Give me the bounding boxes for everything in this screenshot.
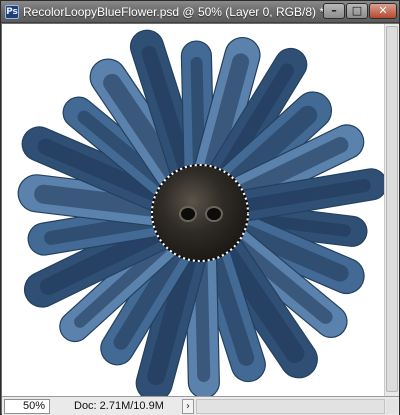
- maximize-button[interactable]: □: [346, 3, 368, 19]
- vertical-scroll-thumb[interactable]: [386, 26, 398, 392]
- photoshop-document-icon: Ps: [5, 5, 19, 19]
- image-canvas[interactable]: [2, 24, 384, 396]
- vertical-scrollbar[interactable]: [384, 24, 399, 396]
- minimize-button[interactable]: –: [323, 3, 345, 19]
- flower-image: [17, 29, 384, 396]
- status-menu-arrow-icon[interactable]: ›: [182, 399, 194, 414]
- document-window: Ps RecolorLoopyBlueFlower.psd @ 50% (Lay…: [0, 0, 400, 415]
- document-size-info: Doc: 2.71M/10.9M: [74, 400, 164, 412]
- status-bar: 50% Doc: 2.71M/10.9M ›: [2, 396, 399, 415]
- resize-grip[interactable]: [386, 399, 398, 414]
- document-title: RecolorLoopyBlueFlower.psd @ 50% (Layer …: [23, 5, 323, 19]
- title-bar[interactable]: Ps RecolorLoopyBlueFlower.psd @ 50% (Lay…: [1, 1, 399, 23]
- button-center: [151, 164, 249, 262]
- zoom-level-field[interactable]: 50%: [4, 399, 50, 414]
- close-button[interactable]: ✕: [369, 3, 397, 19]
- horizontal-scrollbar[interactable]: [196, 399, 385, 414]
